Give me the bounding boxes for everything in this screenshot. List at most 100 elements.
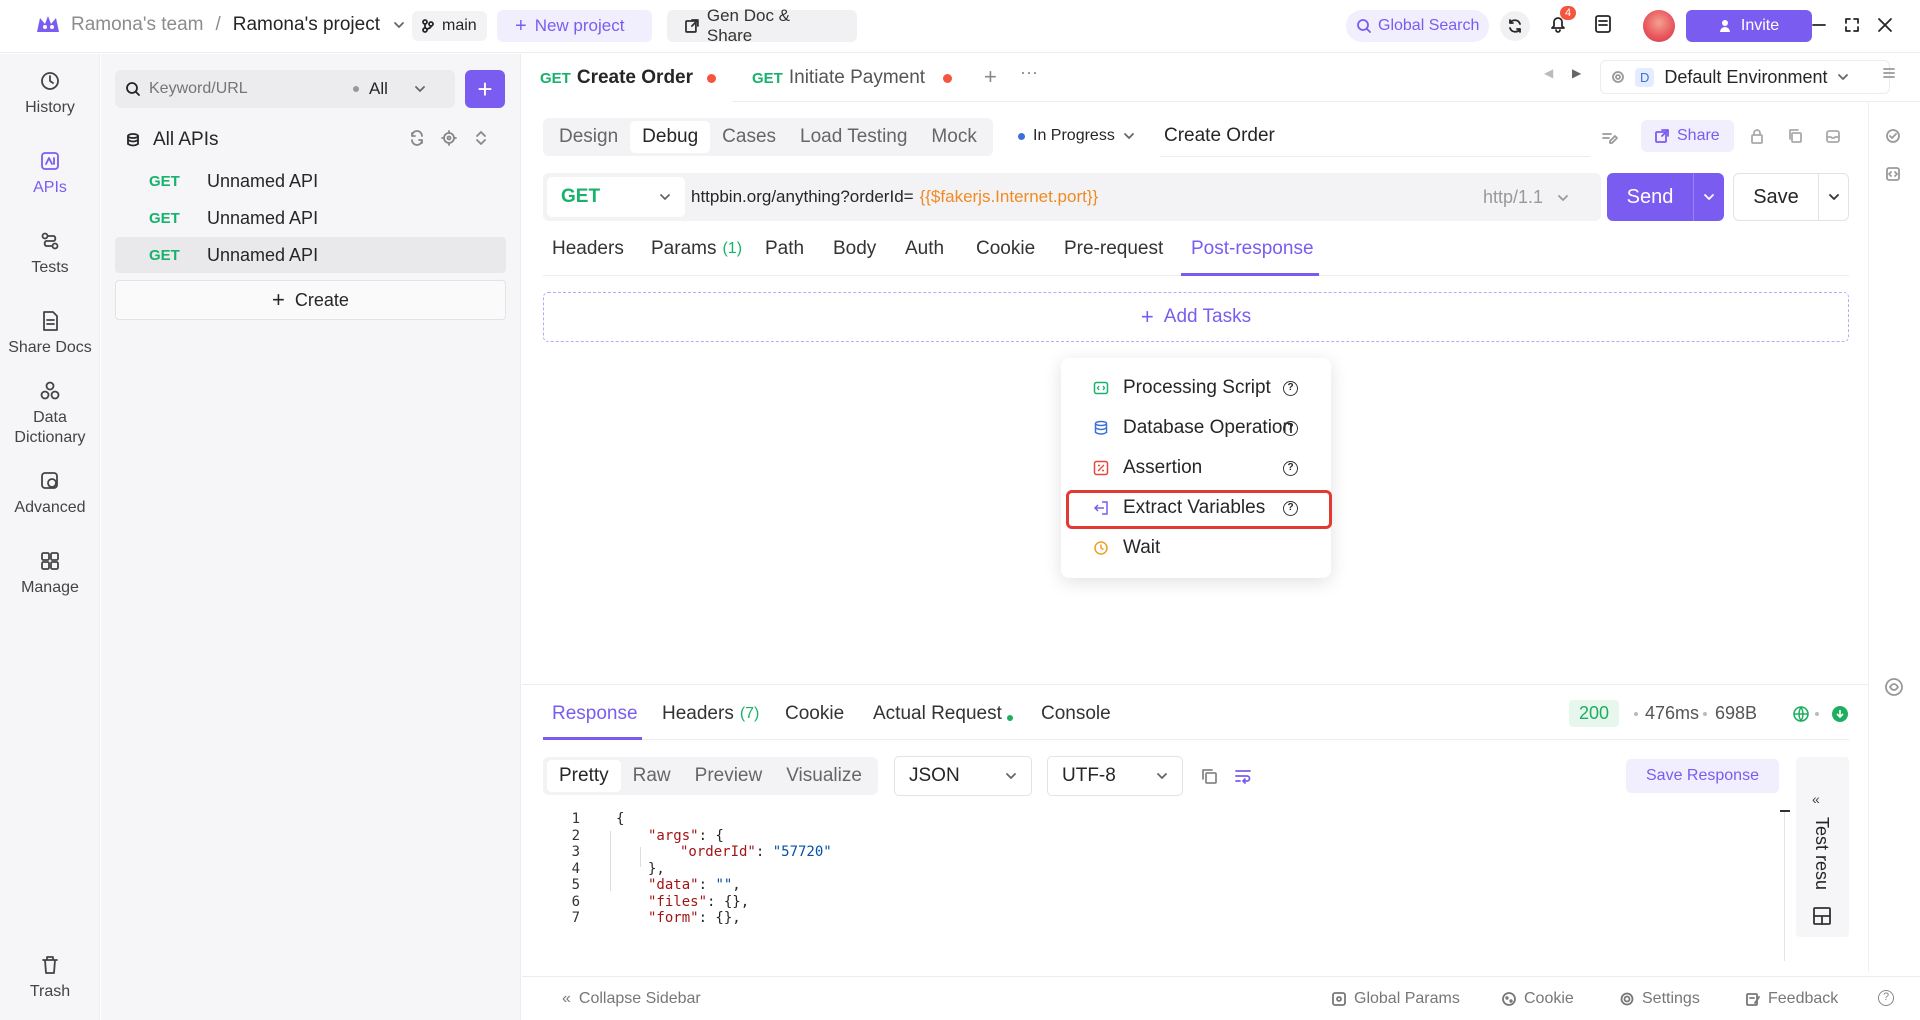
test-results-panel[interactable]: « Test resu [1796,757,1849,937]
add-tab-button[interactable]: + [984,64,997,90]
ai-assistant-icon[interactable] [1883,676,1905,698]
download-icon[interactable] [1832,706,1848,722]
view-preview[interactable]: Preview [683,765,775,787]
url-input[interactable]: httpbin.org/anything?orderId= {{$fakerjs… [691,187,1098,207]
project-name[interactable]: Ramona's project [233,14,380,36]
minimize-button[interactable] [1811,17,1827,33]
tab-headers[interactable]: Headers [552,238,624,260]
team-breadcrumb[interactable]: Ramona's team / Ramona's project [71,14,406,36]
more-tabs-button[interactable]: ··· [1020,62,1038,83]
help-icon[interactable]: ? [1283,421,1298,436]
view-pretty[interactable]: Pretty [547,760,621,792]
encoding-select[interactable]: UTF-8 [1047,756,1183,796]
send-button[interactable]: Send [1607,186,1693,209]
tab-post-response[interactable]: Post-response [1191,238,1314,260]
menu-icon[interactable] [1882,66,1896,80]
tab-pre-request[interactable]: Pre-request [1064,238,1163,260]
tab-design[interactable]: Design [547,126,630,148]
rail-item-share-docs[interactable]: Share Docs [0,310,100,358]
code-icon[interactable] [1885,166,1901,182]
api-list-item[interactable]: GET Unnamed API [115,163,506,199]
maximize-button[interactable] [1844,17,1860,33]
archive-icon[interactable] [1825,128,1841,144]
doc-icon[interactable] [1595,15,1611,33]
add-api-button[interactable]: + [465,70,505,108]
rail-item-manage[interactable]: Manage [0,550,100,598]
tab-response-cookie[interactable]: Cookie [785,703,844,725]
scroll-left-icon[interactable]: ◀ [1544,66,1553,80]
tab-mock[interactable]: Mock [919,126,988,148]
tab-actual-request[interactable]: Actual Request [873,703,1013,725]
gen-doc-button[interactable]: Gen Doc & Share [667,6,857,45]
tab-path[interactable]: Path [765,238,804,260]
add-tasks-button[interactable]: + Add Tasks [543,292,1849,342]
wrap-lines-icon[interactable] [1234,767,1252,785]
format-select[interactable]: JSON [894,756,1032,796]
tab-response[interactable]: Response [552,703,638,725]
avatar[interactable] [1643,10,1675,42]
tab-console[interactable]: Console [1041,703,1111,725]
global-params-button[interactable]: Global Params [1332,990,1460,1008]
tab-load-testing[interactable]: Load Testing [788,126,919,148]
response-body[interactable]: 1 {2 "args": {3 "orderId": "57720" 4}, 5 "data… [548,811,1778,961]
refresh-icon[interactable] [409,130,425,146]
tab-params[interactable]: Params (1) [651,238,742,260]
help-icon[interactable]: ? [1283,461,1298,476]
tree-root[interactable]: All APIs [125,129,218,151]
view-raw[interactable]: Raw [621,765,683,787]
share-button[interactable]: Share [1641,120,1734,152]
lock-icon[interactable] [1749,128,1765,144]
method-select[interactable]: GET [547,177,685,217]
api-name-input[interactable]: Create Order [1160,117,1590,157]
tab-cookie[interactable]: Cookie [976,238,1035,260]
send-options-icon[interactable] [1703,191,1715,203]
create-button[interactable]: + Create [115,280,506,320]
environment-selector[interactable]: D Default Environment [1600,60,1890,94]
tab-cases[interactable]: Cases [710,126,788,148]
tab-auth[interactable]: Auth [905,238,944,260]
collapse-sidebar-button[interactable]: « Collapse Sidebar [562,990,701,1008]
search-input[interactable] [149,80,349,98]
branch-selector[interactable]: main [412,11,487,41]
scrollbar-thumb[interactable] [1780,810,1790,812]
filter-select[interactable]: All [369,79,388,99]
collapse-panel-icon[interactable]: « [1812,791,1820,807]
help-icon[interactable]: ? [1878,990,1894,1006]
globe-icon[interactable] [1792,705,1810,723]
scroll-right-icon[interactable]: ▶ [1572,66,1581,80]
tab-body[interactable]: Body [833,238,876,260]
cookie-button[interactable]: Cookie [1502,990,1574,1008]
tab-response-headers[interactable]: Headers (7) [662,703,759,725]
layout-icon[interactable] [1813,907,1831,925]
save-response-button[interactable]: Save Response [1626,759,1779,793]
invite-button[interactable]: Invite [1686,10,1812,42]
new-project-button[interactable]: + New project [497,10,652,42]
settings-button[interactable]: Settings [1620,990,1700,1008]
rail-item-tests[interactable]: Tests [0,230,100,278]
locate-icon[interactable] [441,130,457,146]
api-list-item[interactable]: GET Unnamed API [115,237,506,273]
api-list-item[interactable]: GET Unnamed API [115,200,506,236]
rail-item-trash[interactable]: Trash [0,954,100,1002]
menu-item-assertion[interactable]: Assertion ? [1061,448,1331,488]
expand-collapse-icon[interactable] [473,130,489,146]
view-visualize[interactable]: Visualize [774,765,874,787]
rail-item-apis[interactable]: APIs [0,150,100,198]
scrollbar-track[interactable] [1784,811,1785,961]
copy-response-icon[interactable] [1200,767,1218,785]
rail-item-history[interactable]: History [0,70,100,118]
protocol-select[interactable]: http/1.1 [1483,187,1569,208]
save-options-icon[interactable] [1828,191,1840,203]
rail-item-data-dictionary[interactable]: Data Dictionary [0,380,100,448]
edit-icon[interactable] [1601,128,1619,146]
feedback-button[interactable]: Feedback [1746,990,1838,1008]
request-tab-active[interactable]: GET Create Order [522,54,732,102]
global-search-button[interactable]: Global Search [1346,10,1490,42]
menu-item-database-operation[interactable]: Database Operation ? [1061,408,1331,448]
menu-item-processing-script[interactable]: Processing Script ? [1061,368,1331,408]
help-icon[interactable]: ? [1283,381,1298,396]
save-button[interactable]: Save [1734,186,1818,209]
insight-icon[interactable] [1885,128,1901,144]
status-selector[interactable]: In Progress [1018,127,1135,145]
notifications-button[interactable]: 4 [1548,6,1577,34]
